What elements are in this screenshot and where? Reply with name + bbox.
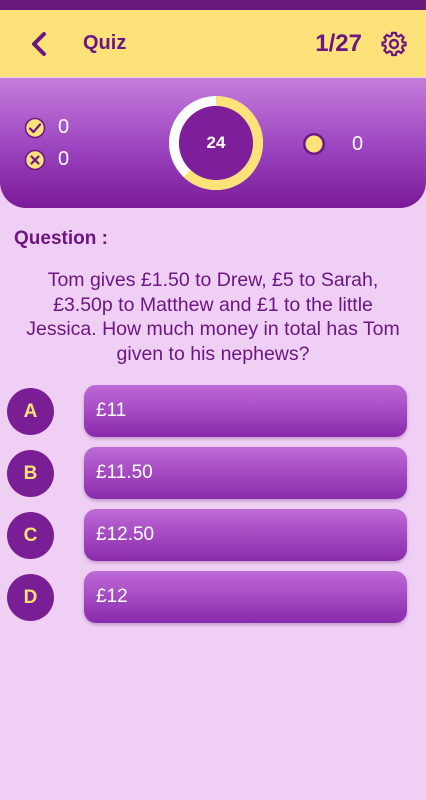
option-answer-button[interactable]: £12.50: [84, 509, 407, 561]
option-b[interactable]: B £11.50: [0, 447, 426, 501]
top-bar: Quiz 1/27: [0, 10, 426, 77]
option-letter: B: [7, 450, 54, 497]
coin-icon: [303, 133, 325, 155]
question-text: Tom gives £1.50 to Drew, £5 to Sarah, £3…: [26, 269, 400, 365]
correct-count: 0: [24, 116, 69, 139]
option-answer-button[interactable]: £12: [84, 571, 407, 623]
coin-count: 0: [302, 132, 363, 156]
wrong-count-value: 0: [58, 148, 70, 170]
option-letter: D: [7, 574, 54, 621]
option-text: £11: [96, 400, 127, 421]
question-label: Question :: [14, 228, 108, 249]
x-circle-icon: [24, 149, 46, 170]
option-letter: C: [7, 512, 54, 559]
option-d[interactable]: D £12: [0, 571, 426, 625]
option-c[interactable]: C £12.50: [0, 509, 426, 563]
option-text: £12: [96, 586, 128, 607]
back-arrow-icon[interactable]: [26, 30, 52, 58]
coin-count-value: 0: [352, 132, 364, 155]
option-letter: A: [7, 388, 54, 435]
option-text: £12.50: [96, 524, 155, 545]
question-counter: 1/27: [315, 30, 362, 57]
wrong-count: 0: [24, 148, 69, 171]
option-a[interactable]: A £11: [0, 385, 426, 439]
option-answer-button[interactable]: £11.50: [84, 447, 407, 499]
gear-icon[interactable]: [380, 30, 408, 58]
correct-count-value: 0: [58, 116, 70, 138]
option-answer-button[interactable]: £11: [84, 385, 407, 437]
timer-value: 24: [206, 133, 226, 152]
page-title: Quiz: [83, 32, 127, 54]
status-bar: [0, 0, 426, 10]
option-text: £11.50: [96, 462, 153, 483]
check-circle-icon: [24, 117, 46, 138]
